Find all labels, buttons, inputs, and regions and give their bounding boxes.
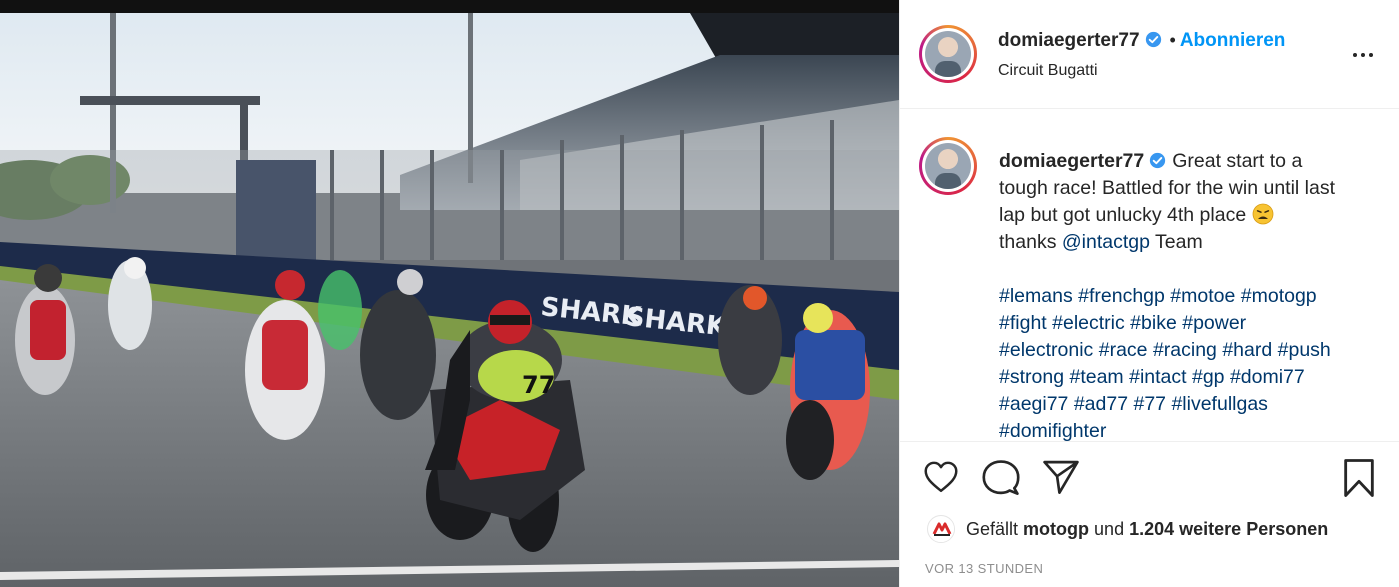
hashtag-link[interactable]: #lemans	[999, 285, 1073, 307]
hashtag-link[interactable]: #ad77	[1074, 393, 1128, 415]
likes-prefix: Gefällt	[966, 519, 1019, 539]
hashtag-link[interactable]: #team	[1069, 366, 1123, 388]
post-header: domiaegerter77 • Abonnieren Circuit Bugatt…	[900, 0, 1399, 109]
comments-area: domiaegerter77 Great start to a tough rac…	[900, 110, 1399, 441]
hashtag-line: #domifighter	[999, 418, 1379, 441]
hashtag-link[interactable]: #motogp	[1241, 285, 1317, 307]
hashtag-line: #electronic #race #racing #hard #push	[999, 337, 1379, 364]
hashtag-link[interactable]: #fight	[999, 312, 1047, 334]
weary-face-emoji	[1252, 203, 1273, 225]
post-location[interactable]: Circuit Bugatti	[998, 62, 1098, 80]
paper-plane-icon[interactable]	[1042, 459, 1080, 495]
caption-author-avatar[interactable]	[919, 137, 977, 195]
hashtag-link[interactable]: #frenchgp	[1078, 285, 1165, 307]
heart-icon[interactable]	[923, 461, 959, 493]
hashtag-link[interactable]: #power	[1182, 312, 1246, 334]
caption-username[interactable]: domiaegerter77	[999, 150, 1144, 172]
post-photo[interactable]: SHARK SHARK 77	[0, 0, 899, 587]
follow-button[interactable]: Abonnieren	[1180, 30, 1286, 51]
bookmark-icon[interactable]	[1342, 458, 1376, 498]
hashtag-link[interactable]: #hard	[1222, 339, 1272, 361]
likes-summary[interactable]: Gefällt motogp und 1.204 weitere Persone…	[966, 519, 1328, 540]
author-avatar[interactable]	[919, 25, 977, 83]
caption-line-3: lap but got unlucky 4th place	[999, 204, 1247, 226]
hashtag-link[interactable]: #push	[1278, 339, 1331, 361]
caption-line-2: tough race! Battled for the win until la…	[999, 177, 1336, 199]
liker-avatar[interactable]	[927, 515, 955, 543]
hashtag-link[interactable]: #domifighter	[999, 420, 1106, 441]
hashtag-link[interactable]: #domi77	[1230, 366, 1305, 388]
hashtag-link[interactable]: #strong	[999, 366, 1064, 388]
hashtag-link[interactable]: #race	[1099, 339, 1148, 361]
verified-badge-icon	[1145, 31, 1161, 48]
post-actions: Gefällt motogp und 1.204 weitere Persone…	[900, 441, 1399, 587]
hashtag-line: #fight #electric #bike #power	[999, 310, 1379, 337]
hashtag-link[interactable]: #racing	[1153, 339, 1217, 361]
hashtag-line: #aegi77 #ad77 #77 #livefullgas	[999, 391, 1379, 418]
hashtag-link[interactable]: #intact	[1129, 366, 1186, 388]
hashtag-block: #lemans #frenchgp #motoe #motogp #fight #…	[999, 283, 1379, 441]
hashtag-link[interactable]: #77	[1133, 393, 1166, 415]
liker-username[interactable]: motogp	[1023, 519, 1089, 539]
post-side-panel: domiaegerter77 • Abonnieren Circuit Bugatt…	[899, 0, 1399, 587]
header-separator: •	[1169, 30, 1176, 50]
verified-badge-icon	[1150, 152, 1166, 169]
hashtag-link[interactable]: #aegi77	[999, 393, 1068, 415]
hashtag-line: #strong #team #intact #gp #domi77	[999, 364, 1379, 391]
mention-link[interactable]: @intactgp	[1062, 231, 1150, 253]
caption-line-4-suffix: Team	[1149, 231, 1203, 253]
likes-count[interactable]: 1.204 weitere Personen	[1129, 519, 1328, 539]
post-caption: domiaegerter77 Great start to a tough rac…	[999, 148, 1379, 441]
author-username[interactable]: domiaegerter77	[998, 30, 1140, 51]
caption-line-4-prefix: thanks	[999, 231, 1062, 253]
hashtag-link[interactable]: #motoe	[1170, 285, 1235, 307]
hashtag-link[interactable]: #gp	[1192, 366, 1225, 388]
likes-middle: und	[1094, 519, 1125, 539]
hashtag-line: #lemans #frenchgp #motoe #motogp	[999, 283, 1379, 310]
instagram-post: SHARK SHARK 77 domiaegerter77 • Abonnier…	[0, 0, 1399, 587]
more-options-icon[interactable]	[1353, 51, 1375, 59]
comment-icon[interactable]	[982, 460, 1020, 496]
caption-line-1: Great start to a	[1172, 150, 1303, 172]
hashtag-link[interactable]: #bike	[1130, 312, 1177, 334]
hashtag-link[interactable]: #electronic	[999, 339, 1093, 361]
bike-number: 77	[522, 371, 555, 399]
hashtag-link[interactable]: #electric	[1052, 312, 1125, 334]
hashtag-link[interactable]: #livefullgas	[1171, 393, 1267, 415]
post-timestamp[interactable]: VOR 13 STUNDEN	[925, 561, 1043, 576]
